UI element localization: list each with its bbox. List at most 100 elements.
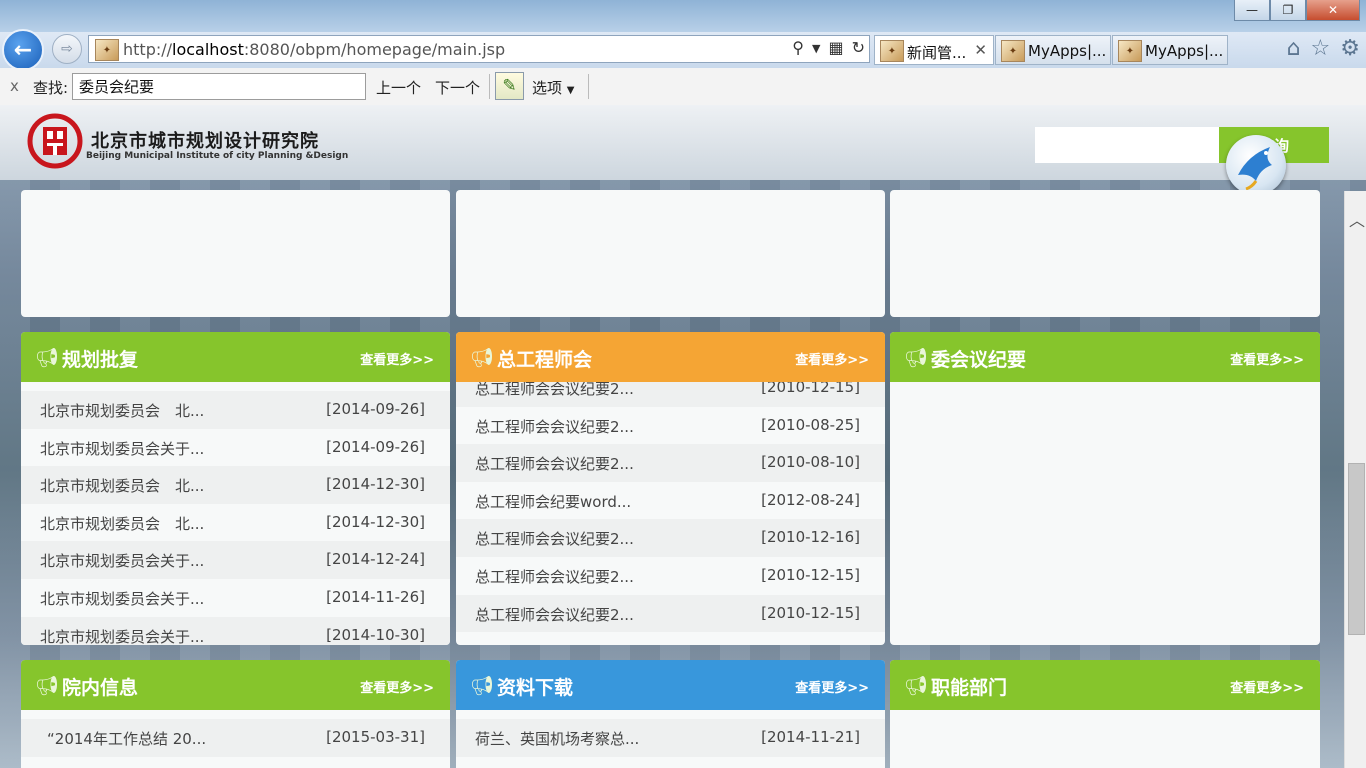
find-options-label: 选项 [532,79,563,97]
forward-button[interactable]: ⇨ [52,34,82,64]
view-more-link[interactable]: 查看更多>> [360,677,434,696]
tab-label: MyApps|... [1145,42,1224,60]
item-title[interactable]: 北京市规划委员会 北... [40,475,204,496]
item-title[interactable]: 总工程师会会议纪要2... [475,528,634,549]
tab-label: 新闻管... [907,44,967,62]
item-date: [2010-12-15] [761,565,860,584]
panel-chief-engineer: 总工程师会会议纪要2... [2010-12-15] 总工程师会会议纪要2... [… [456,332,885,645]
item-title[interactable]: 总工程师会会议纪要2... [475,416,634,437]
megaphone-icon: 📢︎ [35,675,60,697]
site-header: 北京市城市规划设计研究院 Beijing Municipal Institute… [0,105,1366,195]
list-item[interactable]: “2014年工作总结 20... [2015-03-31] [21,719,450,757]
view-more-link[interactable]: 查看更多>> [360,349,434,368]
url-prefix: http:// [123,40,173,59]
url-text[interactable]: http://localhost:8080/obpm/homepage/main… [123,40,505,59]
list-item[interactable]: 总工程师会纪要word... [2012-08-24] [456,482,885,520]
tab-label: MyApps|... [1028,42,1107,60]
item-date: [2014-09-26] [326,437,425,456]
web-page: 北京市城市规划设计研究院 Beijing Municipal Institute… [0,105,1366,768]
item-title[interactable]: 北京市规划委员会关于... [40,550,204,571]
item-title[interactable]: 北京市规划委员会 北... [40,513,204,534]
scrollbar-thumb[interactable] [1348,463,1365,635]
highlight-pen-icon[interactable]: ✎ [495,72,524,100]
item-date: [2010-08-25] [761,415,860,434]
tab-favicon: ✦ [1118,40,1142,62]
url-host: localhost [172,40,244,59]
panel-title: 职能部门 [931,677,1008,699]
tab-news[interactable]: ✦ 新闻管... ✕ [874,35,994,65]
address-icons: ⚲ ▼ ▦ ↻ [792,38,865,57]
item-title[interactable]: 总工程师会会议纪要2... [475,453,634,474]
bird-assistant-icon[interactable] [1226,135,1286,195]
list-item[interactable]: 北京市规划委员会关于... [2014-12-24] [21,541,450,579]
list-item[interactable]: 总工程师会会议纪要2... [2010-12-15] [456,557,885,595]
item-title[interactable]: 北京市规划委员会关于... [40,438,204,459]
list: “2014年工作总结 20... [2015-03-31] [21,719,450,757]
panel-committee-minutes: 📢︎ 委会议纪要 查看更多>> [890,332,1320,645]
megaphone-icon: 📢︎ [904,675,929,697]
list-item[interactable]: 总工程师会会议纪要2... [2010-12-15] [456,594,885,633]
item-title[interactable]: “2014年工作总结 20... [47,728,206,749]
list: 总工程师会会议纪要2... [2010-12-15] 总工程师会会议纪要2... [… [456,369,885,633]
panel-title: 委会议纪要 [931,349,1027,371]
back-button[interactable]: ← [2,29,44,71]
view-more-link[interactable]: 查看更多>> [795,349,869,368]
item-title[interactable]: 荷兰、英国机场考察总... [475,728,639,749]
list-item[interactable]: 北京市规划委员会 北... [2014-09-26] [21,391,450,429]
item-title[interactable]: 北京市规划委员会关于... [40,626,204,645]
compat-view-icon[interactable]: ▦ [828,38,843,57]
tab-favicon: ✦ [1001,40,1025,62]
window-controls: — ❐ ✕ [1234,0,1360,21]
find-prev-button[interactable]: 上一个 [376,77,421,98]
list-item[interactable]: 北京市规划委员会 北... [2014-12-30] [21,504,450,542]
home-icon[interactable]: ⌂ [1287,36,1301,61]
find-options-button[interactable]: 选项 ▼ [532,77,575,98]
item-date: [2010-08-10] [761,453,860,472]
tab-myapps-1[interactable]: ✦ MyApps|... [995,35,1111,65]
list-item[interactable]: 北京市规划委员会关于... [2014-11-26] [21,579,450,617]
view-more-link[interactable]: 查看更多>> [1230,349,1304,368]
find-input[interactable] [72,73,366,100]
view-more-link[interactable]: 查看更多>> [1230,677,1304,696]
list-item[interactable]: 北京市规划委员会关于... [2014-10-30] [21,616,450,645]
gear-icon[interactable]: ⚙ [1340,36,1360,61]
tab-myapps-2[interactable]: ✦ MyApps|... [1112,35,1228,65]
institute-name-en: Beijing Municipal Institute of city Plan… [86,151,349,161]
minimize-button[interactable]: — [1234,0,1270,21]
maximize-button[interactable]: ❐ [1270,0,1306,21]
chevron-up-icon[interactable]: ︿ [1349,207,1365,231]
item-date: [2014-12-24] [326,550,425,569]
dropdown-icon[interactable]: ▼ [812,38,820,57]
list-item[interactable]: 荷兰、英国机场考察总... [2014-11-21] [456,719,885,757]
star-icon[interactable]: ☆ [1311,36,1331,61]
vertical-scrollbar[interactable]: ︿ [1344,191,1366,768]
list-item[interactable]: 总工程师会会议纪要2... [2010-08-25] [456,407,885,445]
item-title[interactable]: 总工程师会会议纪要2... [475,604,634,625]
panel-downloads: 📢︎ 资料下载 查看更多>> 荷兰、英国机场考察总... [2014-11-21] [456,660,885,768]
site-search-input[interactable] [1035,127,1219,163]
list-item[interactable]: 总工程师会会议纪要2... [2010-12-16] [456,519,885,557]
item-title[interactable]: 总工程师会纪要word... [475,491,631,512]
item-title[interactable]: 总工程师会会议纪要2... [475,566,634,587]
item-date: [2012-08-24] [761,490,860,509]
list-item[interactable]: 总工程师会会议纪要2... [2010-08-10] [456,444,885,482]
view-more-link[interactable]: 查看更多>> [795,677,869,696]
close-find-icon[interactable]: x [10,77,19,95]
panel-header: 📢︎ 总工程师会 查看更多>> [456,332,885,382]
search-icon[interactable]: ⚲ [792,38,804,57]
list-item[interactable]: 北京市规划委员会 北... [2014-12-30] [21,466,450,504]
panel-header: 📢︎ 职能部门 查看更多>> [890,660,1320,710]
close-tab-icon[interactable]: ✕ [974,41,987,59]
item-title[interactable]: 北京市规划委员会关于... [40,588,204,609]
institute-name-cn: 北京市城市规划设计研究院 [91,131,319,152]
refresh-icon[interactable]: ↻ [852,38,865,57]
megaphone-icon: 📢︎ [470,347,495,369]
item-title[interactable]: 北京市规划委员会 北... [40,400,204,421]
divider [489,74,490,99]
list-item[interactable]: 北京市规划委员会关于... [2014-09-26] [21,429,450,467]
close-window-button[interactable]: ✕ [1306,0,1360,21]
address-bar[interactable]: ✦ http://localhost:8080/obpm/homepage/ma… [88,35,870,63]
find-next-button[interactable]: 下一个 [435,77,480,98]
panel-title: 院内信息 [62,677,139,699]
list: 荷兰、英国机场考察总... [2014-11-21] [456,719,885,757]
